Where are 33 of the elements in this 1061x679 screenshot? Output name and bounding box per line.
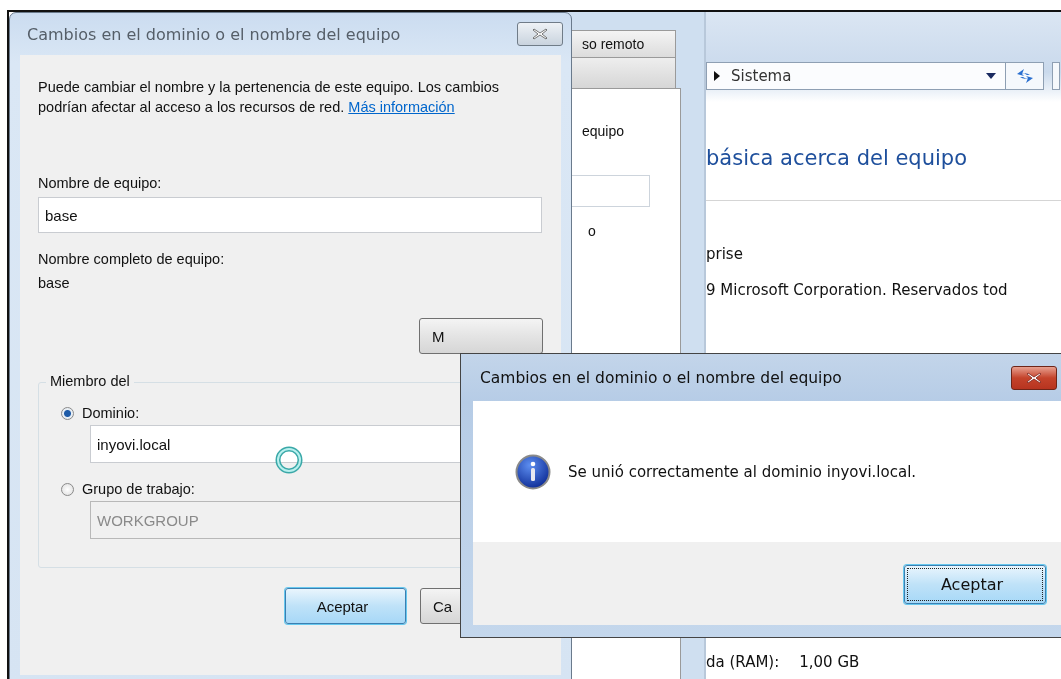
breadcrumb-text[interactable]: Sistema xyxy=(731,67,985,85)
window-title: Cambios en el dominio o el nombre del equipo xyxy=(480,368,842,387)
ok-button[interactable]: Aceptar xyxy=(904,565,1046,604)
spec-label: da (RAM): xyxy=(706,653,780,671)
toolbar-button[interactable] xyxy=(1052,62,1060,90)
tab[interactable]: so remoto xyxy=(571,30,676,57)
dropdown-icon xyxy=(985,72,997,80)
description-text: equipo xyxy=(581,123,626,139)
spec-value: 1,00 GB xyxy=(799,653,860,671)
full-name-text: base xyxy=(38,275,71,291)
field-label: Nombre completo de equipo: xyxy=(38,251,226,267)
address-field[interactable]: Sistema xyxy=(706,62,1006,90)
refresh-button[interactable] xyxy=(1006,62,1044,90)
more-info-link[interactable]: Más información xyxy=(348,99,455,115)
close-icon xyxy=(532,28,548,40)
intro-text: Puede cambiar el nombre y la pertenencia de este equipo. Los cambios podrían afectar al acceso a los recursos de red. Más información xyxy=(38,78,501,117)
option-text: o xyxy=(587,223,597,239)
dialog-button[interactable]: Aceptar xyxy=(285,588,406,624)
close-button[interactable] xyxy=(517,22,563,46)
field-label: Nombre de equipo: xyxy=(38,175,163,191)
page-heading: básica acerca del equipo xyxy=(706,146,968,172)
computer-name-field[interactable]: base xyxy=(38,197,542,233)
radio-button[interactable] xyxy=(61,406,74,420)
message-text: Se unió correctamente al dominio inyovi.local. xyxy=(568,462,917,481)
group-label: Miembro del xyxy=(46,373,134,389)
close-button[interactable] xyxy=(1011,365,1057,390)
chevron-icon xyxy=(713,70,721,82)
radio-label[interactable]: Dominio: xyxy=(82,405,140,421)
more-button[interactable]: M xyxy=(419,318,543,354)
window-title: Cambios en el dominio o el nombre del equipo xyxy=(27,24,401,44)
info-icon xyxy=(515,453,551,490)
close-icon xyxy=(1026,371,1042,384)
busy-cursor-icon xyxy=(273,444,305,476)
